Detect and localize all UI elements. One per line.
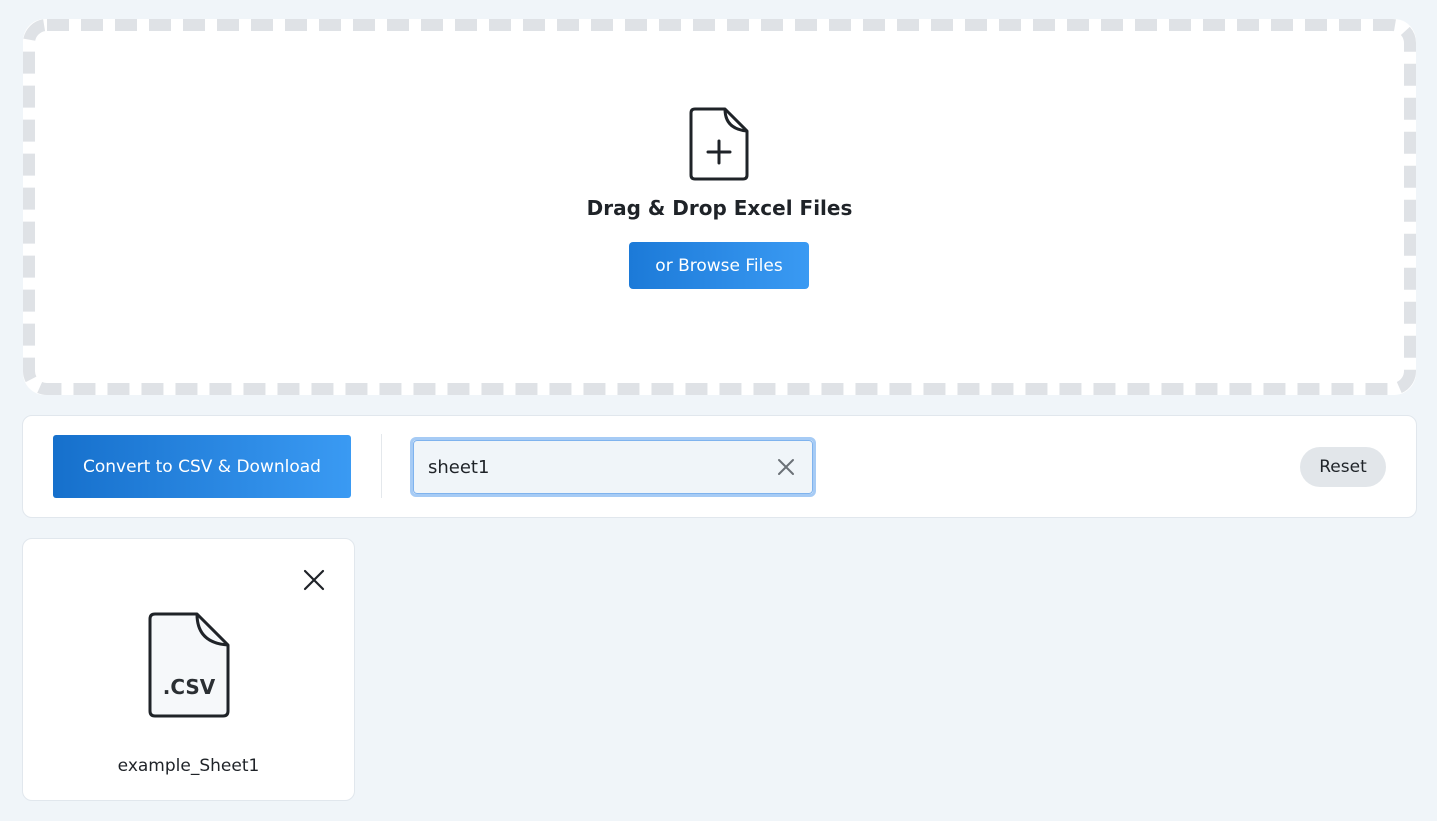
file-extension-label: .CSV xyxy=(162,675,216,699)
browse-files-button[interactable]: or Browse Files xyxy=(629,242,809,289)
reset-button[interactable]: Reset xyxy=(1300,447,1386,487)
drop-zone-title: Drag & Drop Excel Files xyxy=(586,196,853,220)
clear-icon[interactable] xyxy=(777,458,795,476)
action-toolbar: Convert to CSV & Download Reset xyxy=(22,415,1417,518)
sheet-filter-wrapper xyxy=(410,437,816,497)
file-plus-icon xyxy=(689,107,749,181)
file-card[interactable]: .CSV example_Sheet1 xyxy=(22,538,355,801)
toolbar-divider xyxy=(381,434,382,498)
file-name: example_Sheet1 xyxy=(117,756,260,776)
drop-zone[interactable]: Drag & Drop Excel Files or Browse Files xyxy=(23,19,1416,395)
convert-download-button[interactable]: Convert to CSV & Download xyxy=(53,435,351,498)
csv-file-icon xyxy=(148,612,230,718)
close-icon[interactable] xyxy=(303,569,325,591)
sheet-filter-input[interactable] xyxy=(413,440,813,494)
